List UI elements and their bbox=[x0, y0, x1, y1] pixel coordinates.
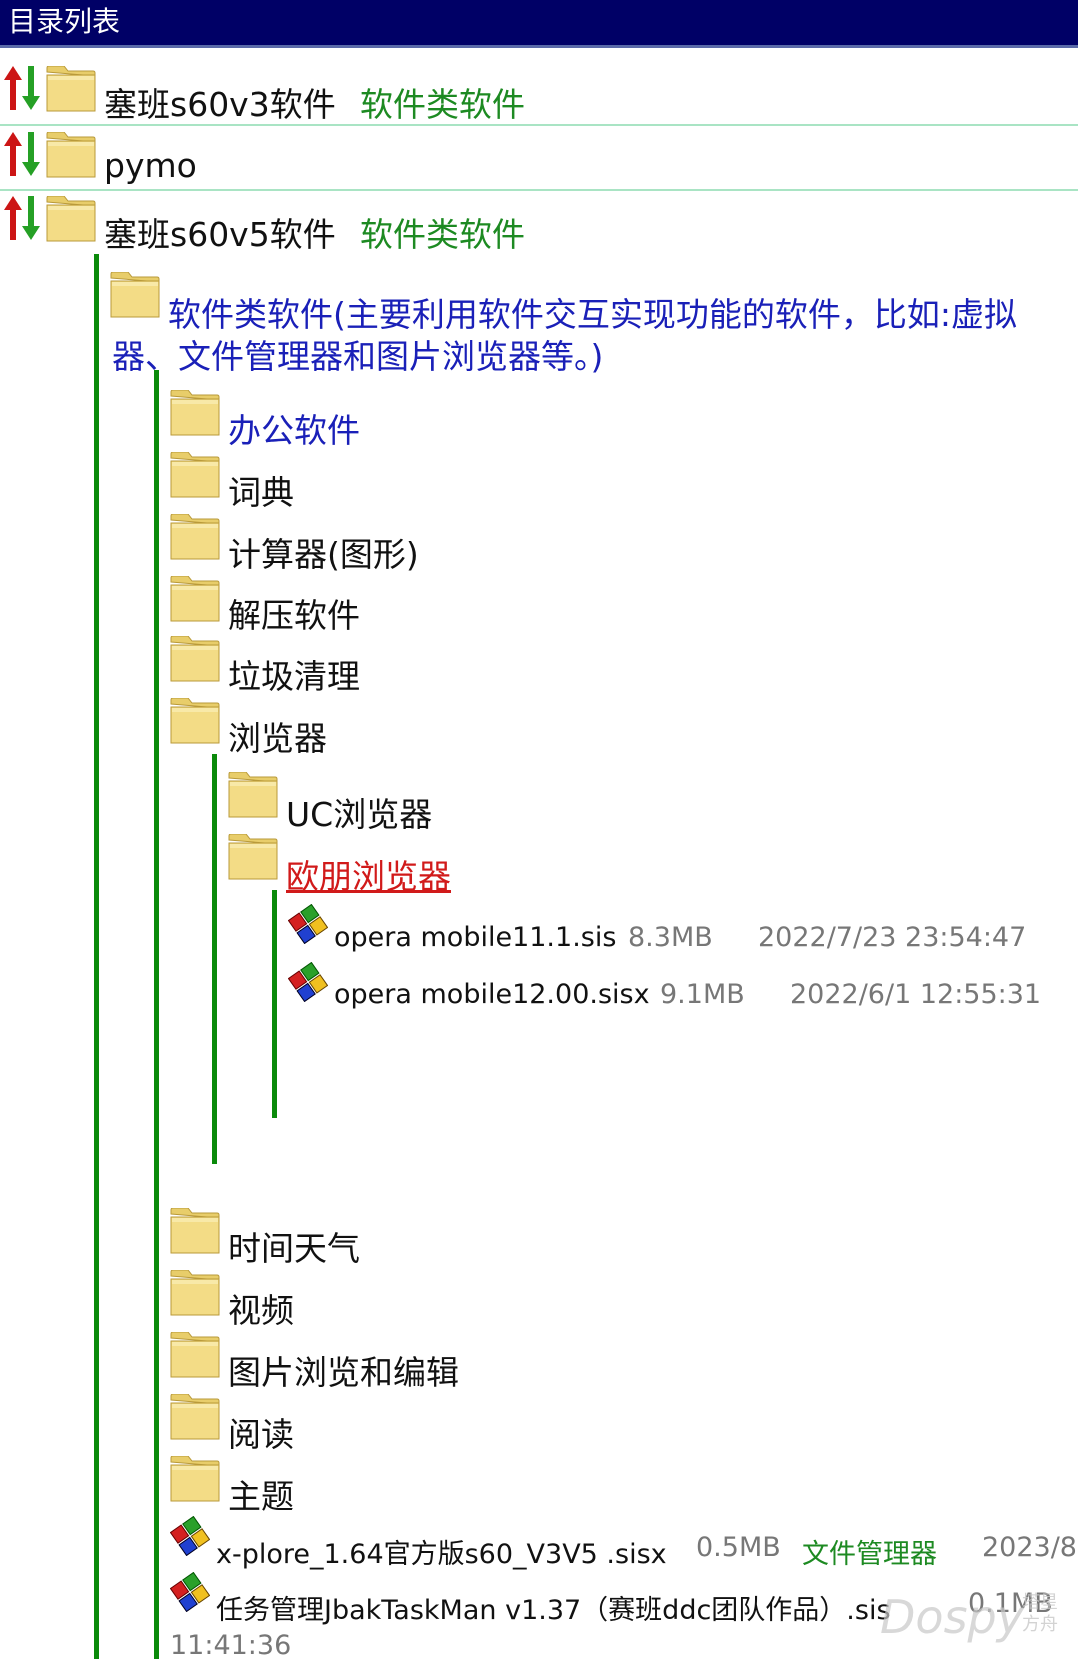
folder-cleaner[interactable]: 垃圾清理 bbox=[228, 650, 360, 698]
folder-icon bbox=[46, 132, 96, 178]
folder-dictionary[interactable]: 词典 bbox=[228, 466, 294, 514]
title-bar: 目录列表 bbox=[0, 0, 1078, 48]
folder-icon bbox=[170, 1456, 220, 1502]
watermark-text: 塔星方舟 bbox=[1022, 1592, 1058, 1635]
folder-video[interactable]: 视频 bbox=[228, 1284, 294, 1332]
folder-browser[interactable]: 浏览器 bbox=[228, 712, 327, 760]
folder-unzip[interactable]: 解压软件 bbox=[228, 589, 360, 637]
folder-icon bbox=[110, 272, 160, 318]
folder-icon bbox=[170, 514, 220, 560]
file-date: 11:41:36 bbox=[170, 1630, 292, 1659]
root-folder-s60v5[interactable]: 塞班s60v5软件 bbox=[104, 208, 336, 256]
file-size: 8.3MB bbox=[628, 922, 713, 953]
page-title: 目录列表 bbox=[8, 5, 121, 38]
folder-theme[interactable]: 主题 bbox=[228, 1470, 294, 1518]
folder-reading[interactable]: 阅读 bbox=[228, 1408, 294, 1456]
row-divider bbox=[0, 189, 1078, 191]
file-date: 2022/6/1 12:55:31 bbox=[790, 979, 1042, 1010]
root-folder-s60v3[interactable]: 塞班s60v3软件 bbox=[104, 78, 336, 126]
file-date: 2022/7/23 23:54:47 bbox=[758, 922, 1027, 953]
file-jbak-taskman[interactable]: 任务管理JbakTaskMan v1.37（赛班ddc团队作品）.sis bbox=[216, 1588, 891, 1627]
folder-icon bbox=[170, 452, 220, 498]
file-size: 0.5MB bbox=[696, 1532, 781, 1563]
file-date: 2023/8 bbox=[982, 1532, 1077, 1563]
folder-icon bbox=[170, 636, 220, 682]
folder-icon bbox=[228, 834, 278, 880]
sort-arrows-icon[interactable] bbox=[2, 64, 42, 112]
sis-package-icon bbox=[288, 962, 328, 1002]
sis-package-icon bbox=[288, 904, 328, 944]
row-divider bbox=[0, 124, 1078, 126]
folder-image[interactable]: 图片浏览和编辑 bbox=[228, 1346, 459, 1394]
root-category-s60v3[interactable]: 软件类软件 bbox=[360, 78, 525, 126]
folder-icon bbox=[170, 1394, 220, 1440]
sort-arrows-icon[interactable] bbox=[2, 130, 42, 178]
folder-icon bbox=[46, 66, 96, 112]
watermark-logo: Dospy bbox=[880, 1590, 1024, 1644]
file-category[interactable]: 文件管理器 bbox=[802, 1532, 937, 1571]
folder-icon bbox=[228, 772, 278, 818]
sis-package-icon bbox=[170, 1572, 210, 1612]
tree-line-level3 bbox=[212, 754, 217, 1164]
folder-opera-browser[interactable]: 欧朋浏览器 bbox=[286, 850, 451, 898]
folder-calculator[interactable]: 计算器(图形) bbox=[228, 528, 419, 576]
tree-line-level4 bbox=[272, 890, 277, 1118]
folder-icon bbox=[170, 1208, 220, 1254]
sort-arrows-icon[interactable] bbox=[2, 194, 42, 242]
category-folder-label[interactable]: 软件类软件(主要利用软件交互实现功能的软件，比如:虚拟 bbox=[168, 288, 1017, 336]
file-size: 9.1MB bbox=[660, 979, 745, 1010]
folder-icon bbox=[170, 698, 220, 744]
tree-line-level2 bbox=[154, 370, 159, 1659]
folder-time-weather[interactable]: 时间天气 bbox=[228, 1222, 360, 1270]
folder-office[interactable]: 办公软件 bbox=[228, 404, 360, 452]
file-xplore[interactable]: x-plore_1.64官方版s60_V3V5 .sisx bbox=[216, 1532, 667, 1571]
file-opera-11[interactable]: opera mobile11.1.sis bbox=[334, 922, 616, 953]
category-folder-label-cont[interactable]: 器、文件管理器和图片浏览器等。) bbox=[112, 330, 603, 378]
folder-icon bbox=[46, 196, 96, 242]
sis-package-icon bbox=[170, 1516, 210, 1556]
folder-icon bbox=[170, 1332, 220, 1378]
folder-icon bbox=[170, 390, 220, 436]
tree-line-level1 bbox=[94, 254, 99, 1659]
root-category-s60v5[interactable]: 软件类软件 bbox=[360, 208, 525, 256]
file-opera-12[interactable]: opera mobile12.00.sisx bbox=[334, 979, 650, 1010]
folder-uc-browser[interactable]: UC浏览器 bbox=[286, 788, 432, 836]
folder-icon bbox=[170, 1270, 220, 1316]
folder-icon bbox=[170, 576, 220, 622]
root-folder-pymo[interactable]: pymo bbox=[104, 146, 197, 185]
